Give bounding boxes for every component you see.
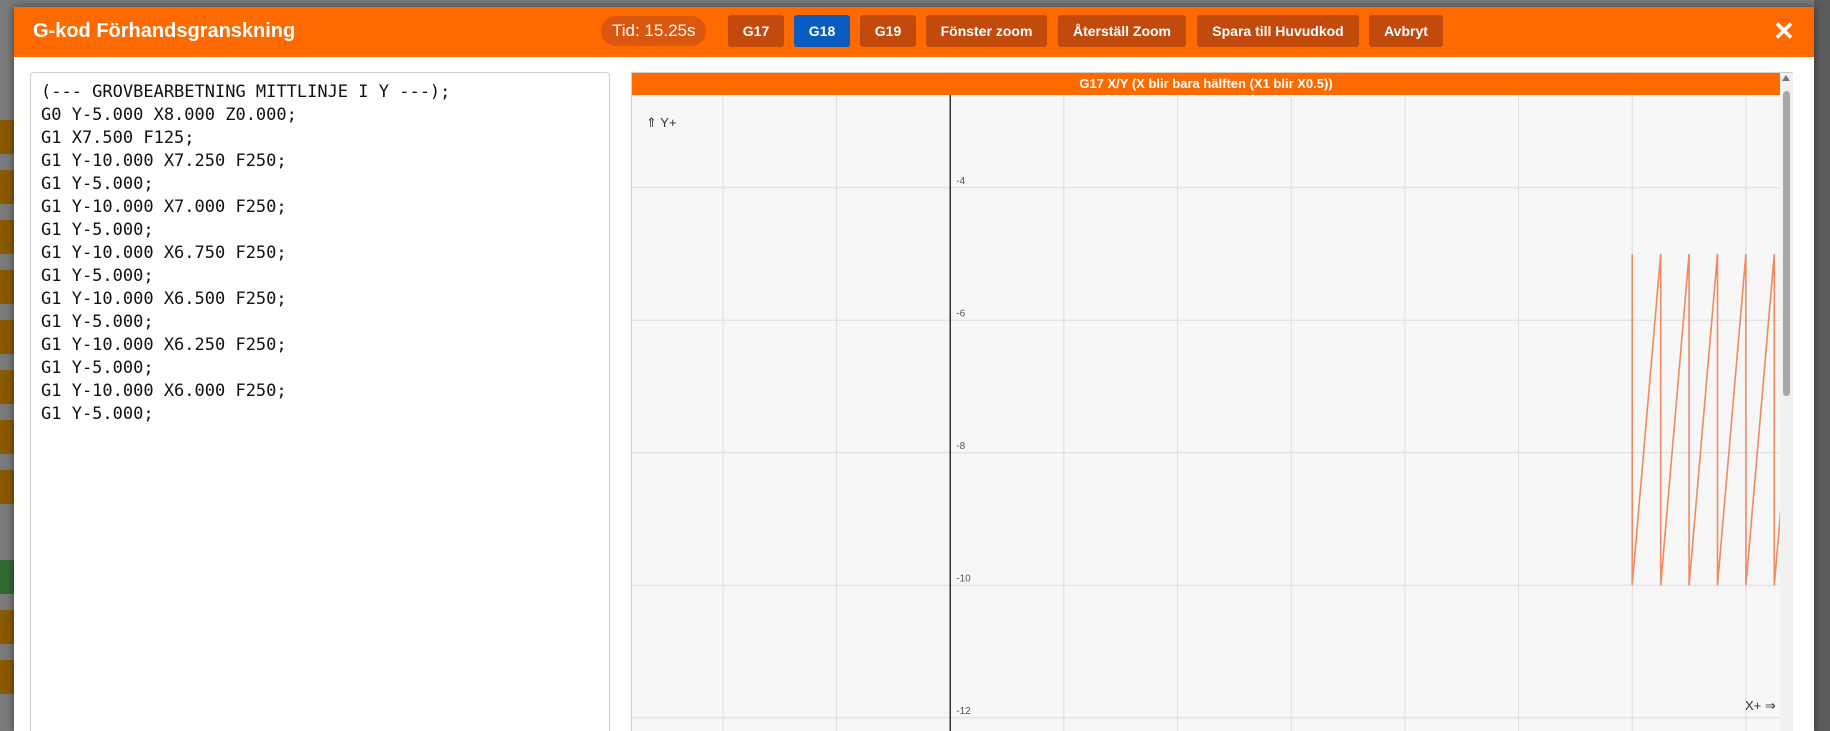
gcode-editor[interactable] — [30, 72, 610, 731]
toolpath-plot[interactable]: -4 -6 -8 -10 -12 — [632, 95, 1780, 731]
scrollbar-thumb[interactable] — [1783, 91, 1790, 396]
background-strip — [0, 610, 14, 644]
toolpath-preview-panel: G17 X/Y (X blir bara hälften (X1 blir X0… — [631, 72, 1793, 731]
y-axis-label: ⇑ Y+ — [646, 115, 677, 130]
g17-button[interactable]: G17 — [728, 15, 784, 47]
y-tick-label: -12 — [956, 706, 971, 717]
background-strip — [0, 120, 14, 154]
background-strip — [0, 660, 14, 694]
time-badge: Tid: 15.25s — [601, 16, 707, 46]
dialog-header: G-kod Förhandsgranskning Tid: 15.25s G17… — [14, 7, 1814, 57]
window-zoom-button[interactable]: Fönster zoom — [926, 15, 1047, 47]
preview-scrollbar[interactable] — [1780, 73, 1793, 731]
save-to-main-code-button[interactable]: Spara till Huvudkod — [1197, 15, 1359, 47]
toolpath-line — [1631, 253, 1780, 586]
background-right-edge — [1814, 0, 1830, 731]
x-axis-label: X+ ⇒ — [1745, 698, 1776, 713]
background-strip — [0, 560, 14, 594]
background-strip — [0, 470, 14, 504]
y-tick-label: -6 — [956, 308, 965, 319]
background-strip — [0, 370, 14, 404]
background-strip — [0, 320, 14, 354]
cancel-button[interactable]: Avbryt — [1369, 15, 1443, 47]
y-tick-label: -8 — [956, 441, 965, 452]
reset-zoom-button[interactable]: Återställ Zoom — [1058, 15, 1186, 47]
y-tick-label: -10 — [956, 573, 971, 584]
y-tick-label: -4 — [956, 176, 965, 187]
background-strip — [0, 420, 14, 454]
gcode-preview-dialog: G-kod Förhandsgranskning Tid: 15.25s G17… — [14, 7, 1814, 731]
dialog-title: G-kod Förhandsgranskning — [33, 20, 296, 42]
scroll-up-arrow-icon[interactable] — [1782, 75, 1790, 81]
plot-title: G17 X/Y (X blir bara hälften (X1 blir X0… — [632, 73, 1780, 95]
g18-button[interactable]: G18 — [794, 15, 850, 47]
background-strip — [0, 220, 14, 254]
g19-button[interactable]: G19 — [860, 15, 916, 47]
background-strip — [0, 170, 14, 204]
close-icon[interactable]: ✕ — [1770, 17, 1798, 45]
background-strip — [0, 270, 14, 304]
